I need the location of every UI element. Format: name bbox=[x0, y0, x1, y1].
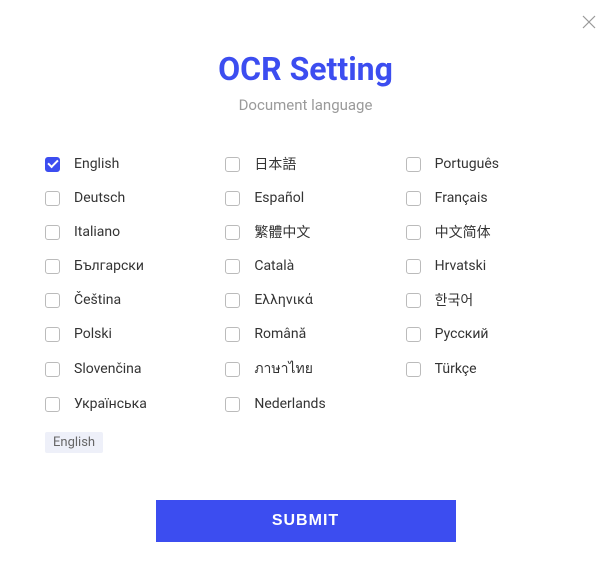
language-item: Português bbox=[406, 154, 566, 174]
language-item: Čeština bbox=[45, 290, 205, 310]
language-item: Hrvatski bbox=[406, 258, 566, 274]
language-item: 한국어 bbox=[406, 290, 566, 310]
language-item: Slovenčina bbox=[45, 358, 205, 380]
language-checkbox[interactable] bbox=[45, 397, 60, 412]
language-item: Deutsch bbox=[45, 190, 205, 206]
language-checkbox[interactable] bbox=[406, 157, 421, 172]
dialog-title: OCR Setting bbox=[45, 50, 566, 88]
language-item: Български bbox=[45, 258, 205, 274]
language-label[interactable]: Nederlands bbox=[254, 396, 325, 412]
language-item: Español bbox=[225, 190, 385, 206]
language-label[interactable]: Català bbox=[254, 258, 294, 274]
submit-button[interactable]: SUBMIT bbox=[156, 500, 456, 542]
language-checkbox[interactable] bbox=[406, 327, 421, 342]
language-label[interactable]: Română bbox=[254, 326, 306, 342]
language-item: 日本語 bbox=[225, 154, 385, 174]
language-checkbox[interactable] bbox=[45, 157, 60, 172]
language-label[interactable]: Italiano bbox=[74, 224, 120, 240]
language-checkbox[interactable] bbox=[406, 225, 421, 240]
language-checkbox[interactable] bbox=[45, 327, 60, 342]
language-label[interactable]: Türkçe bbox=[435, 361, 477, 377]
language-checkbox[interactable] bbox=[225, 362, 240, 377]
language-item: 繁體中文 bbox=[225, 222, 385, 242]
language-item: Nederlands bbox=[225, 396, 385, 412]
language-checkbox[interactable] bbox=[406, 362, 421, 377]
language-label[interactable]: English bbox=[74, 156, 119, 172]
language-item: Italiano bbox=[45, 222, 205, 242]
dialog-content: OCR Setting Document language English 日本語… bbox=[0, 0, 611, 473]
language-label[interactable]: Русский bbox=[435, 326, 489, 342]
language-checkbox[interactable] bbox=[45, 362, 60, 377]
language-label[interactable]: Español bbox=[254, 190, 304, 206]
language-checkbox[interactable] bbox=[225, 157, 240, 172]
language-grid: English 日本語 Português Deutsch Español Françai… bbox=[45, 154, 566, 412]
language-label[interactable]: Čeština bbox=[74, 292, 121, 308]
language-checkbox[interactable] bbox=[225, 397, 240, 412]
language-item: Polski bbox=[45, 326, 205, 342]
language-label[interactable]: 繁體中文 bbox=[254, 222, 310, 242]
language-label[interactable]: Français bbox=[435, 190, 488, 206]
language-checkbox[interactable] bbox=[406, 191, 421, 206]
language-checkbox[interactable] bbox=[45, 293, 60, 308]
language-checkbox[interactable] bbox=[225, 293, 240, 308]
language-label[interactable]: ภาษาไทย bbox=[254, 358, 313, 380]
language-checkbox[interactable] bbox=[225, 259, 240, 274]
language-label[interactable]: 中文简体 bbox=[435, 222, 491, 242]
language-checkbox[interactable] bbox=[406, 259, 421, 274]
close-icon bbox=[581, 14, 597, 30]
language-item: Українська bbox=[45, 396, 205, 412]
selected-language-tag[interactable]: English bbox=[45, 432, 103, 453]
language-checkbox[interactable] bbox=[225, 327, 240, 342]
language-label[interactable]: Hrvatski bbox=[435, 258, 486, 274]
language-checkbox[interactable] bbox=[45, 191, 60, 206]
language-item: Română bbox=[225, 326, 385, 342]
language-item: Русский bbox=[406, 326, 566, 342]
language-item: English bbox=[45, 154, 205, 174]
language-label[interactable]: Deutsch bbox=[74, 190, 125, 206]
language-item: 中文简体 bbox=[406, 222, 566, 242]
language-label[interactable]: Slovenčina bbox=[74, 361, 142, 377]
language-checkbox[interactable] bbox=[406, 293, 421, 308]
language-label[interactable]: 한국어 bbox=[435, 290, 474, 310]
language-label[interactable]: Português bbox=[435, 156, 499, 172]
language-checkbox[interactable] bbox=[45, 225, 60, 240]
language-item: Türkçe bbox=[406, 358, 566, 380]
language-label[interactable]: Български bbox=[74, 258, 144, 274]
language-label[interactable]: Polski bbox=[74, 326, 112, 342]
language-item: ภาษาไทย bbox=[225, 358, 385, 380]
dialog-subtitle: Document language bbox=[45, 96, 566, 114]
language-item: Català bbox=[225, 258, 385, 274]
language-item: Ελληνικά bbox=[225, 290, 385, 310]
language-label[interactable]: Українська bbox=[74, 396, 147, 412]
close-button[interactable] bbox=[581, 14, 597, 30]
language-checkbox[interactable] bbox=[225, 191, 240, 206]
language-label[interactable]: Ελληνικά bbox=[254, 292, 313, 308]
language-item: Français bbox=[406, 190, 566, 206]
language-checkbox[interactable] bbox=[225, 225, 240, 240]
language-label[interactable]: 日本語 bbox=[254, 154, 296, 174]
language-checkbox[interactable] bbox=[45, 259, 60, 274]
